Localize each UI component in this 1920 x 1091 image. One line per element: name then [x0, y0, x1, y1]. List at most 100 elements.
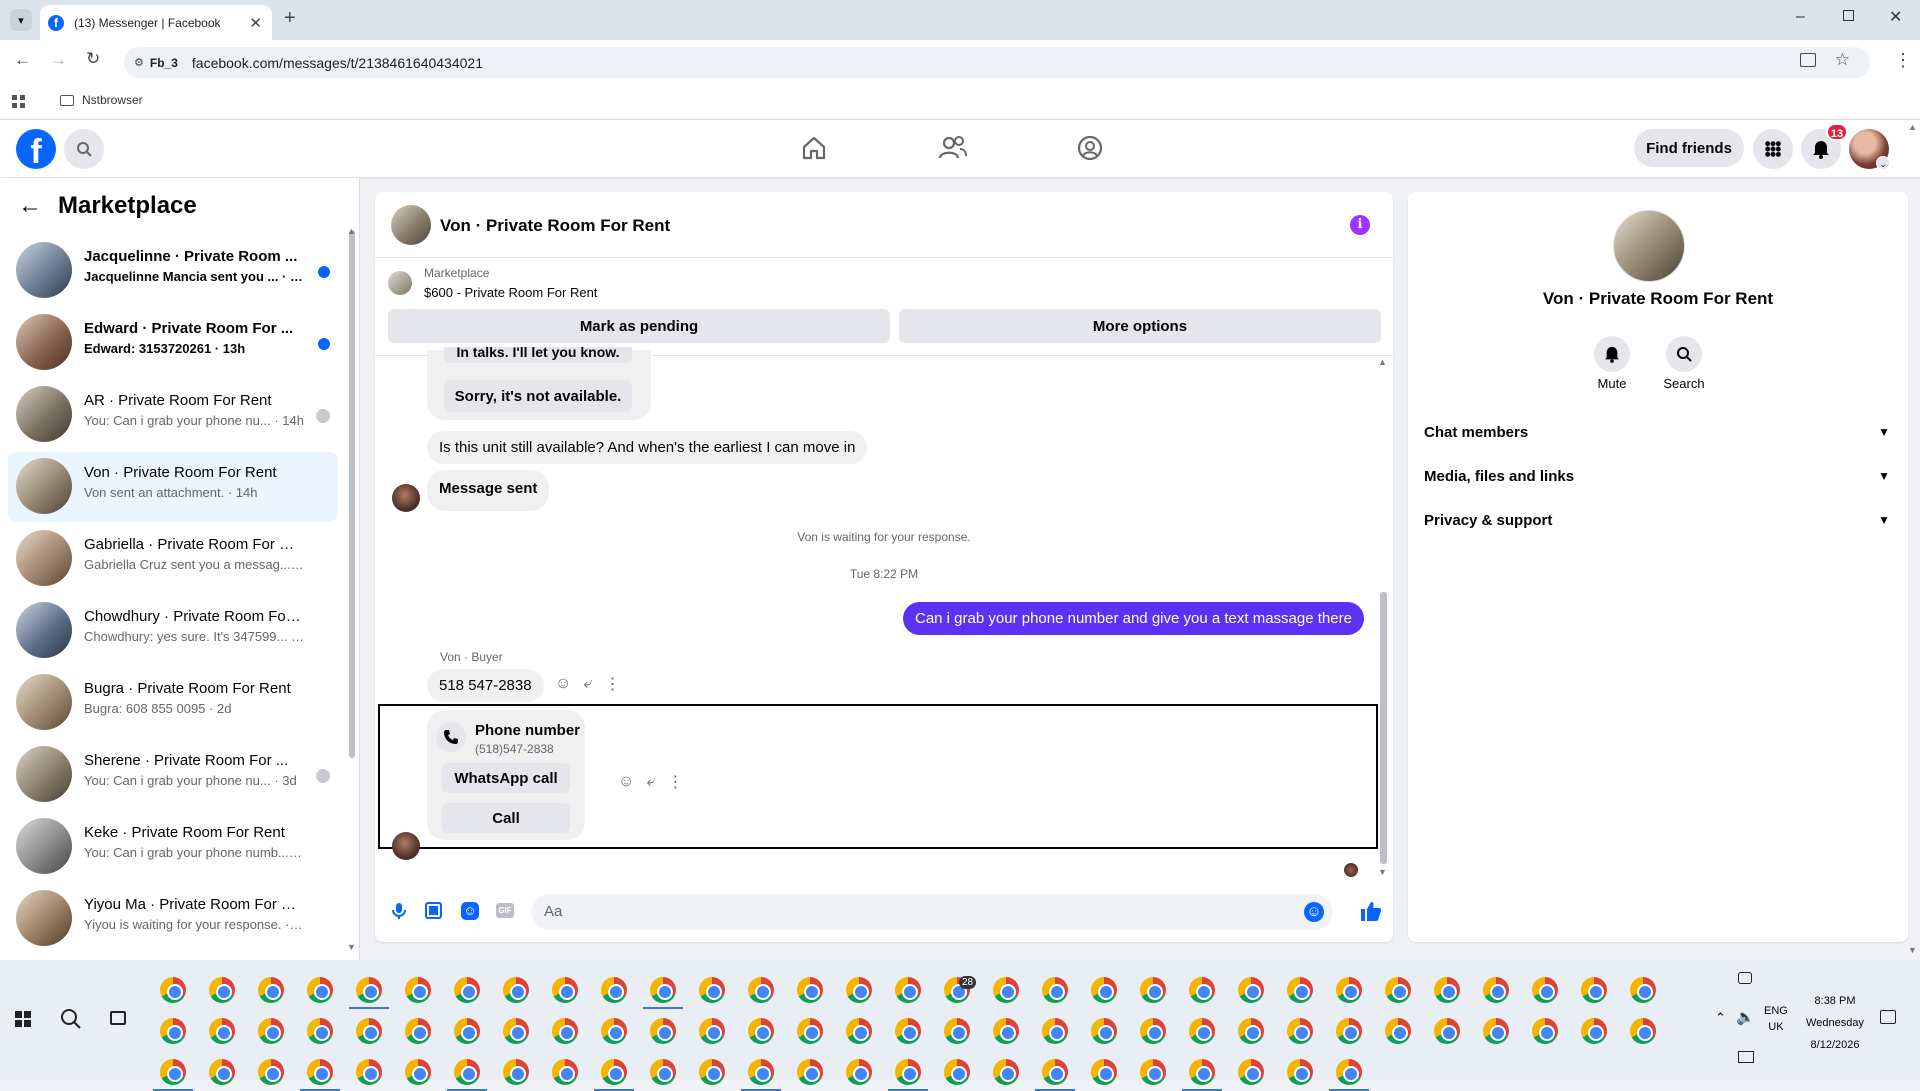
address-bar[interactable]: ⚙ Fb_3 facebook.com/messages/t/213846164…	[124, 47, 1870, 78]
find-friends-button[interactable]: Find friends	[1634, 129, 1744, 167]
chrome-app-icon[interactable]	[552, 1018, 578, 1044]
quick-reply-not-available[interactable]: Sorry, it's not available.	[444, 380, 632, 412]
meet-now-icon[interactable]	[1738, 972, 1752, 984]
chrome-app-icon[interactable]	[748, 977, 774, 1003]
chrome-app-icon[interactable]	[307, 1018, 333, 1044]
chrome-app-icon[interactable]	[650, 977, 676, 1003]
task-view-icon[interactable]	[110, 1011, 126, 1025]
window-close-icon[interactable]: ✕	[1889, 7, 1902, 27]
chrome-app-icon[interactable]	[846, 1018, 872, 1044]
chat-avatar[interactable]	[391, 205, 431, 245]
chrome-app-icon[interactable]	[1336, 1059, 1362, 1085]
chrome-app-icon[interactable]	[993, 1018, 1019, 1044]
chrome-app-icon[interactable]	[209, 977, 235, 1003]
browser-menu-icon[interactable]: ⋮	[1894, 50, 1912, 71]
chrome-app-icon[interactable]	[160, 977, 186, 1003]
conversation-item[interactable]: AR · Private Room For Rent You: Can i gra…	[8, 380, 338, 450]
forward-icon[interactable]: →	[50, 50, 67, 70]
chrome-app-icon[interactable]	[1042, 1018, 1068, 1044]
chrome-app-icon[interactable]	[405, 1018, 431, 1044]
scroll-down-icon[interactable]: ▼	[1378, 867, 1387, 877]
language-indicator[interactable]: ENG UK	[1764, 1003, 1788, 1035]
chrome-app-icon[interactable]	[1483, 1018, 1509, 1044]
chrome-app-icon[interactable]	[1581, 1018, 1607, 1044]
chrome-app-icon[interactable]	[1091, 1018, 1117, 1044]
chrome-app-icon[interactable]	[1238, 1059, 1264, 1085]
window-restore-icon[interactable]	[1843, 10, 1854, 21]
start-icon[interactable]	[15, 1011, 31, 1027]
phone-message-bubble[interactable]: 518 547-2838	[427, 669, 544, 702]
message-sent-bubble[interactable]: Message sent	[427, 470, 550, 511]
chrome-app-icon[interactable]	[699, 1059, 725, 1085]
nav-friends[interactable]	[938, 134, 968, 167]
page-scroll-up-icon[interactable]: ▲	[1908, 122, 1917, 132]
react-icon[interactable]: ☺	[618, 773, 634, 791]
chrome-app-icon[interactable]	[307, 1059, 333, 1085]
profile-chip[interactable]: Fb_3	[150, 56, 178, 70]
chrome-app-icon[interactable]	[944, 1059, 970, 1085]
nav-groups[interactable]	[1076, 134, 1104, 167]
more-icon[interactable]: ⋮	[604, 674, 620, 694]
gif-icon[interactable]: GIF	[496, 903, 514, 918]
chrome-app-icon[interactable]	[160, 1059, 186, 1085]
chrome-app-icon[interactable]	[405, 977, 431, 1003]
chrome-app-icon[interactable]	[1189, 1018, 1215, 1044]
facebook-logo-icon[interactable]: f	[16, 129, 56, 169]
chrome-app-icon[interactable]	[552, 977, 578, 1003]
chrome-app-icon[interactable]	[1140, 1059, 1166, 1085]
chrome-app-icon[interactable]	[1532, 1018, 1558, 1044]
chrome-app-icon[interactable]	[356, 977, 382, 1003]
conversation-item[interactable]: Keke · Private Room For Rent You: Can i g…	[8, 812, 338, 882]
react-icon[interactable]: ☺	[555, 675, 571, 693]
tab-close-icon[interactable]: ✕	[249, 14, 262, 32]
chrome-app-icon[interactable]	[1140, 977, 1166, 1003]
bookmark-star-icon[interactable]: ☆	[1835, 50, 1850, 70]
chrome-app-icon[interactable]	[258, 1018, 284, 1044]
volume-icon[interactable]: 🔈	[1736, 1008, 1755, 1026]
reply-icon[interactable]: ⤶	[583, 675, 592, 693]
whatsapp-call-button[interactable]: WhatsApp call	[442, 763, 570, 793]
account-chevron-icon[interactable]: ⌄	[1876, 156, 1890, 170]
call-button[interactable]: Call	[442, 803, 570, 833]
like-icon[interactable]	[1360, 900, 1382, 927]
show-hidden-icons[interactable]: ⌃	[1715, 1010, 1726, 1026]
conversation-item[interactable]: Yiyou Ma · Private Room For Rent Yiyou is…	[8, 884, 338, 954]
search-icon[interactable]	[60, 1008, 82, 1035]
scroll-up-icon[interactable]: ▲	[347, 226, 356, 236]
browser-tab[interactable]: f (13) Messenger | Facebook ✕	[40, 5, 272, 40]
reply-icon[interactable]: ⤶	[646, 773, 655, 791]
chrome-app-icon[interactable]	[552, 1059, 578, 1085]
more-icon[interactable]: ⋮	[667, 772, 683, 792]
chrome-app-icon[interactable]	[797, 1059, 823, 1085]
chrome-app-icon[interactable]	[1189, 1059, 1215, 1085]
fb-search-button[interactable]	[64, 129, 104, 169]
emoji-icon[interactable]: ☺	[1304, 902, 1324, 922]
chrome-app-icon[interactable]	[1238, 1018, 1264, 1044]
my-message-bubble[interactable]: Can i grab your phone number and give yo…	[903, 602, 1364, 635]
conversation-item[interactable]: Jacquelinne · Private Room ... Jacquelinn…	[8, 236, 338, 306]
chrome-app-icon[interactable]	[1189, 977, 1215, 1003]
chrome-app-icon[interactable]	[258, 1059, 284, 1085]
mute-button[interactable]	[1594, 336, 1630, 372]
install-app-icon[interactable]	[1800, 53, 1816, 67]
conversation-item[interactable]: Sherene · Private Room For ... You: Can i…	[8, 740, 338, 810]
microphone-icon[interactable]	[391, 902, 407, 925]
site-info-icon[interactable]: ⚙	[134, 56, 144, 69]
chrome-app-icon[interactable]	[601, 977, 627, 1003]
section-privacy-support[interactable]: Privacy & support ▼	[1424, 500, 1890, 540]
mark-as-pending-button[interactable]: Mark as pending	[388, 309, 890, 343]
chrome-app-icon[interactable]	[503, 1059, 529, 1085]
chrome-app-icon[interactable]	[1091, 1059, 1117, 1085]
conversation-item[interactable]: Bugra · Private Room For Rent Bugra: 608 …	[8, 668, 338, 738]
nav-home[interactable]	[800, 134, 828, 167]
chrome-app-icon[interactable]	[650, 1059, 676, 1085]
chrome-app-icon[interactable]	[895, 1059, 921, 1085]
page-scroll-down-icon[interactable]: ▼	[1908, 945, 1917, 955]
section-media-files-links[interactable]: Media, files and links ▼	[1424, 456, 1890, 496]
conversation-item[interactable]: Von · Private Room For Rent Von sent an a…	[8, 452, 338, 522]
chrome-app-icon[interactable]	[160, 1018, 186, 1044]
chrome-app-icon[interactable]	[1336, 977, 1362, 1003]
more-options-button[interactable]: More options	[899, 309, 1381, 343]
back-icon[interactable]: ←	[14, 50, 31, 70]
chrome-app-icon[interactable]	[846, 977, 872, 1003]
